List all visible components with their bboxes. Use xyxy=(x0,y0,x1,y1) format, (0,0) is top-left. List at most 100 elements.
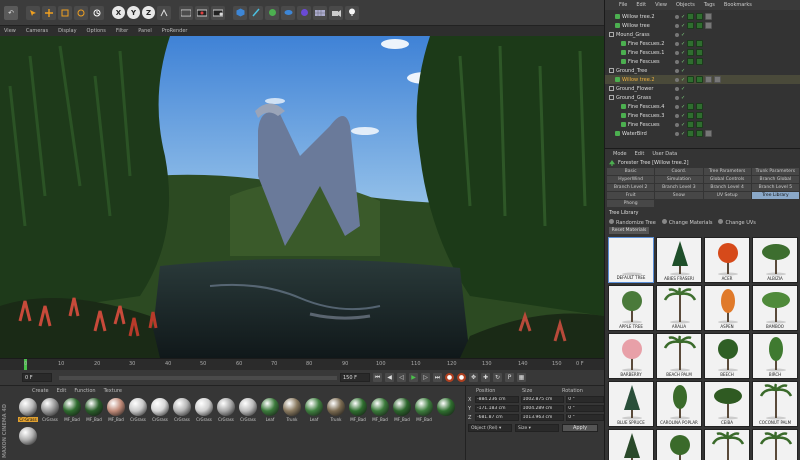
render-picture-viewer-icon[interactable] xyxy=(195,5,209,20)
end-frame-field[interactable]: 150 F xyxy=(340,373,370,382)
material-tag-icon[interactable] xyxy=(696,130,704,137)
material-tag-icon[interactable] xyxy=(687,13,695,20)
attr-menu-mode[interactable]: Mode xyxy=(613,151,627,157)
z-axis-button[interactable]: Z xyxy=(142,6,155,19)
attribute-tab[interactable]: Tree Parameters xyxy=(703,168,751,175)
enabled-check-icon[interactable]: ✓ xyxy=(681,86,685,92)
coordinate-system-icon[interactable] xyxy=(157,5,171,20)
visibility-dot[interactable] xyxy=(675,77,679,82)
y-axis-button[interactable]: Y xyxy=(127,6,140,19)
texture-tag-icon[interactable] xyxy=(705,22,713,29)
tree-preset[interactable]: ACER xyxy=(704,237,750,283)
change-materials-checkbox[interactable]: Change Materials xyxy=(661,219,712,226)
material-tag-icon[interactable] xyxy=(687,58,695,65)
material-tag-icon[interactable] xyxy=(696,49,704,56)
attribute-tab[interactable]: Tree Library xyxy=(751,192,799,199)
rotation-key-icon[interactable]: ↻ xyxy=(493,373,502,382)
viewport-menu-display[interactable]: Display xyxy=(58,28,76,34)
position-y-field[interactable]: -171.183 cm xyxy=(474,405,519,412)
object-row[interactable]: Willow tree.2 ✓ xyxy=(605,12,800,21)
change-uvs-checkbox[interactable]: Change UVs xyxy=(718,219,756,226)
object-row[interactable]: Fine Fescues ✓ xyxy=(605,120,800,129)
texture-tag-icon[interactable] xyxy=(714,76,722,83)
attribute-tab[interactable]: Branch Level 2 xyxy=(607,184,655,191)
attribute-tab[interactable]: Global Controls xyxy=(703,176,751,183)
object-row[interactable]: Fine Fescues.1 ✓ xyxy=(605,48,800,57)
floor-icon[interactable] xyxy=(313,5,327,20)
attribute-tab[interactable]: Basic xyxy=(607,168,655,175)
om-menu-edit[interactable]: Edit xyxy=(636,2,646,8)
apply-button[interactable]: Apply xyxy=(562,424,598,432)
object-row[interactable]: Ground_Grass ✓ xyxy=(605,93,800,102)
deformer-icon[interactable] xyxy=(297,5,311,20)
tree-preset[interactable]: CAROLINA POPLAR xyxy=(656,381,702,427)
viewport-menu-view[interactable]: View xyxy=(4,28,16,34)
material-menu-create[interactable]: Create xyxy=(32,388,49,394)
material-swatch[interactable]: CrGrass xyxy=(238,398,258,425)
scale-icon[interactable] xyxy=(58,5,72,20)
visibility-dot[interactable] xyxy=(675,59,679,64)
material-swatch[interactable]: Trunk xyxy=(326,398,346,425)
material-menu-function[interactable]: Function xyxy=(74,388,95,394)
material-swatch[interactable] xyxy=(436,398,456,425)
object-row[interactable]: Ground_Tree ✓ xyxy=(605,66,800,75)
material-swatch[interactable]: CrGrass xyxy=(128,398,148,425)
pen-icon[interactable] xyxy=(249,5,263,20)
attribute-tab[interactable]: Branch Level 4 xyxy=(703,184,751,191)
tree-preset[interactable]: ALBIZIA xyxy=(752,237,798,283)
rotate-icon[interactable] xyxy=(74,5,88,20)
enabled-check-icon[interactable]: ✓ xyxy=(681,23,685,29)
visibility-dot[interactable] xyxy=(675,32,679,37)
material-tag-icon[interactable] xyxy=(687,49,695,56)
enabled-check-icon[interactable]: ✓ xyxy=(681,77,685,83)
viewport-menu-prorender[interactable]: ProRender xyxy=(162,28,188,34)
object-row[interactable]: Fine Fescues.2 ✓ xyxy=(605,39,800,48)
attribute-tab[interactable]: Trunk Parameters xyxy=(751,168,799,175)
tree-preset[interactable]: BARBERRY xyxy=(608,333,654,379)
material-tag-icon[interactable] xyxy=(687,112,695,119)
object-row[interactable]: Fine Fescues ✓ xyxy=(605,57,800,66)
texture-tag-icon[interactable] xyxy=(705,13,713,20)
record-icon[interactable]: ● xyxy=(445,373,454,382)
go-to-start-icon[interactable]: ⏮ xyxy=(373,373,382,382)
autokey-icon[interactable]: ● xyxy=(457,373,466,382)
size-z-field[interactable]: 1013.963 cm xyxy=(520,414,565,421)
material-menu-texture[interactable]: Texture xyxy=(104,388,122,394)
enabled-check-icon[interactable]: ✓ xyxy=(681,122,685,128)
tree-preset[interactable]: BEECH xyxy=(704,333,750,379)
viewport-menu-options[interactable]: Options xyxy=(87,28,106,34)
material-tag-icon[interactable] xyxy=(696,22,704,29)
tree-preset[interactable]: ABIES FRASERI xyxy=(656,237,702,283)
render-view-icon[interactable] xyxy=(179,5,193,20)
3d-viewport[interactable] xyxy=(0,36,604,358)
enabled-check-icon[interactable]: ✓ xyxy=(681,68,685,74)
visibility-dot[interactable] xyxy=(675,68,679,73)
object-row[interactable]: Willow tree.2 ✓ xyxy=(605,75,800,84)
preview-range-bar[interactable] xyxy=(59,375,337,380)
tree-preset[interactable]: ARALIA xyxy=(656,285,702,331)
enabled-check-icon[interactable]: ✓ xyxy=(681,95,685,101)
randomize-tree-checkbox[interactable]: Randomize Tree xyxy=(609,219,656,226)
material-swatch[interactable]: MF_Bad xyxy=(392,398,412,425)
step-forward-icon[interactable]: ▷ xyxy=(421,373,430,382)
material-swatch[interactable] xyxy=(18,427,38,454)
rotation-b-field[interactable]: 0 ° xyxy=(566,414,604,421)
material-tag-icon[interactable] xyxy=(696,112,704,119)
visibility-dot[interactable] xyxy=(675,23,679,28)
tree-preset[interactable]: BIRCH xyxy=(752,333,798,379)
material-tag-icon[interactable] xyxy=(696,103,704,110)
enabled-check-icon[interactable]: ✓ xyxy=(681,32,685,38)
attr-menu-edit[interactable]: Edit xyxy=(635,151,645,157)
tree-preset[interactable] xyxy=(704,429,750,460)
enabled-check-icon[interactable]: ✓ xyxy=(681,113,685,119)
attribute-tab[interactable]: Fruit xyxy=(607,192,655,199)
material-tag-icon[interactable] xyxy=(696,121,704,128)
attribute-tab[interactable]: Snow xyxy=(655,192,703,199)
viewport-menu-cameras[interactable]: Cameras xyxy=(26,28,48,34)
go-to-end-icon[interactable]: ⏭ xyxy=(433,373,442,382)
recent-tool-icon[interactable] xyxy=(90,5,104,20)
viewport-menu-panel[interactable]: Panel xyxy=(138,28,152,34)
enabled-check-icon[interactable]: ✓ xyxy=(681,14,685,20)
attr-menu-user-data[interactable]: User Data xyxy=(652,151,677,157)
tree-preset[interactable]: DEFAULT TREE xyxy=(608,237,654,283)
